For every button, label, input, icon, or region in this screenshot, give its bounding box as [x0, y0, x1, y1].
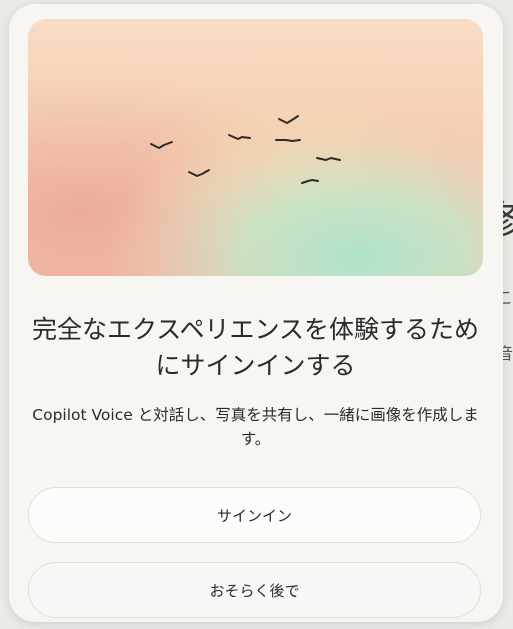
dialog-title: 完全なエクスペリエンスを体験するためにサインインする: [31, 315, 479, 380]
dialog-subtitle: Copilot Voice と対話し、写真を共有し、一緒に画像を作成します。: [32, 406, 479, 448]
sign-in-dialog: 完全なエクスペリエンスを体験するためにサインインする Copilot Voice…: [9, 4, 503, 622]
bird-icon: [275, 139, 301, 142]
bird-icon: [316, 157, 341, 161]
maybe-later-button[interactable]: おそらく後で: [28, 562, 481, 618]
birds-flying-illustration: [28, 19, 483, 276]
sign-in-button[interactable]: サインイン: [28, 487, 481, 543]
hero-image: [28, 19, 483, 276]
